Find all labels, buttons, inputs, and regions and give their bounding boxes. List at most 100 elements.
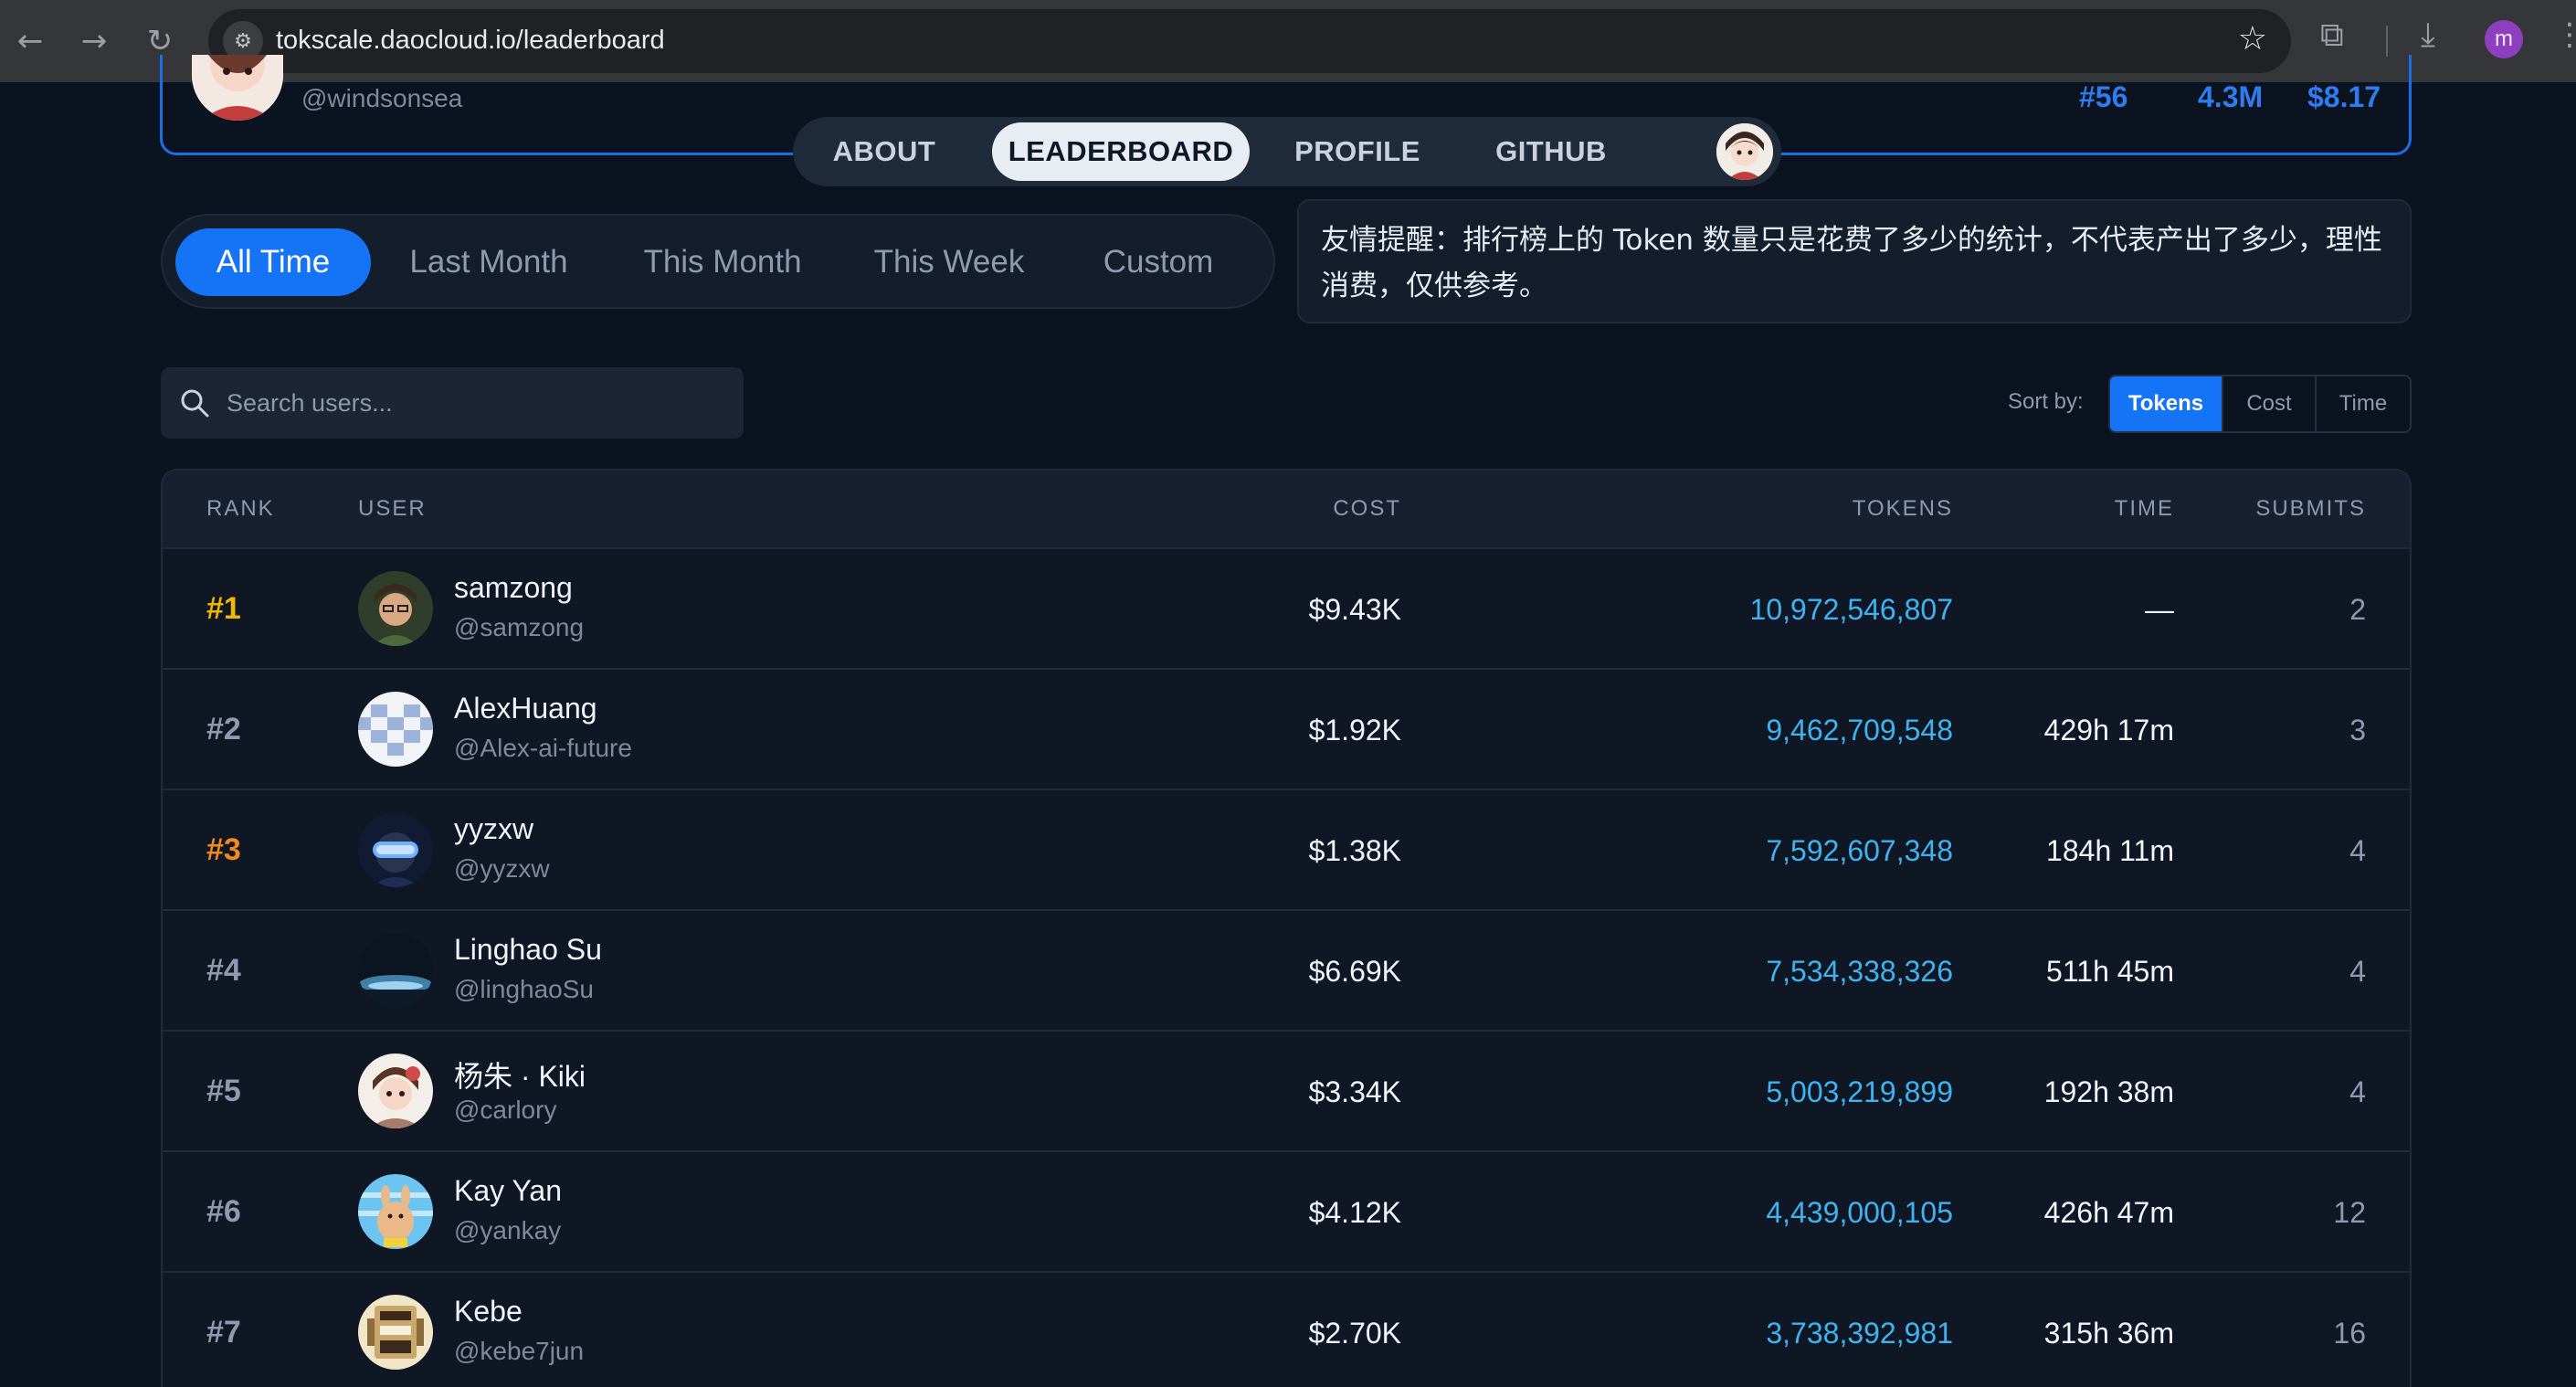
- column-rank[interactable]: RANK: [206, 496, 275, 522]
- avatar: [358, 692, 433, 767]
- sort-cost-button[interactable]: Cost: [2223, 376, 2317, 431]
- tokens-value: 7,534,338,326: [1766, 955, 1953, 988]
- period-filter: All Time Last Month This Month This Week…: [161, 214, 1275, 309]
- submits-value: 4: [2349, 1075, 2366, 1108]
- rank-label: #4: [206, 953, 241, 988]
- search-box[interactable]: [161, 367, 744, 439]
- period-last-month[interactable]: Last Month: [385, 228, 592, 296]
- time-value: 429h 17m: [2043, 714, 2174, 746]
- table-row[interactable]: #4 Linghao Su @linghaoSu $6.69K 7,534,33…: [163, 911, 2410, 1032]
- tokens-value: 7,592,607,348: [1766, 834, 1953, 867]
- tokens-value: 10,972,546,807: [1749, 593, 1953, 626]
- time-value: —: [2145, 593, 2174, 626]
- tokens-value: 4,439,000,105: [1766, 1196, 1953, 1229]
- extensions-icon[interactable]: ⧉: [2320, 16, 2344, 55]
- submits-value: 2: [2349, 593, 2366, 626]
- tokens-value: 5,003,219,899: [1766, 1075, 1953, 1108]
- user-name[interactable]: Kebe: [454, 1295, 523, 1329]
- cost-value: $4.12K: [1308, 1196, 1401, 1229]
- period-this-week[interactable]: This Week: [853, 228, 1045, 296]
- sort-toggle: Tokens Cost Time: [2108, 375, 2412, 433]
- rank-label: #1: [206, 591, 241, 626]
- column-submits[interactable]: SUBMITS: [2255, 496, 2366, 522]
- user-handle[interactable]: @samzong: [454, 613, 584, 642]
- leaderboard-table: RANK USER COST TOKENS TIME SUBMITS #1 sa…: [161, 469, 2412, 1387]
- bookmark-star-icon[interactable]: ☆: [2238, 20, 2267, 58]
- sort-label: Sort by:: [2008, 389, 2084, 414]
- period-custom[interactable]: Custom: [1067, 228, 1250, 296]
- sort-time-button[interactable]: Time: [2317, 376, 2410, 431]
- tokens-value: 9,462,709,548: [1766, 714, 1953, 746]
- period-this-month[interactable]: This Month: [619, 228, 826, 296]
- column-user[interactable]: USER: [358, 496, 427, 522]
- cost-value: $2.70K: [1308, 1317, 1401, 1350]
- user-handle[interactable]: @Alex-ai-future: [454, 734, 632, 763]
- user-name[interactable]: samzong: [454, 571, 573, 605]
- download-icon[interactable]: ⤓: [2421, 16, 2435, 55]
- user-avatar-button[interactable]: [1714, 121, 1776, 183]
- time-value: 315h 36m: [2043, 1317, 2174, 1350]
- user-name[interactable]: 杨朱 · Kiki: [454, 1053, 586, 1096]
- avatar: [358, 812, 433, 887]
- user-handle[interactable]: @yyzxw: [454, 854, 550, 884]
- submits-value: 4: [2349, 955, 2366, 988]
- table-row[interactable]: #7 Kebe @kebe7jun $2.70K 3,738,392,981 3…: [163, 1273, 2410, 1387]
- column-cost[interactable]: COST: [1333, 496, 1401, 522]
- user-handle[interactable]: @kebe7jun: [454, 1337, 584, 1366]
- time-value: 184h 11m: [2046, 834, 2174, 867]
- avatar: [358, 1295, 433, 1370]
- current-user-cost: $8.17: [2307, 80, 2381, 113]
- time-value: 426h 47m: [2043, 1196, 2174, 1229]
- table-header: RANK USER COST TOKENS TIME SUBMITS: [163, 471, 2410, 549]
- menu-icon[interactable]: ⋮: [2554, 16, 2576, 53]
- current-user-handle: @windsonsea: [301, 84, 463, 112]
- table-row[interactable]: #6 Kay Yan @yankay $4.12K 4,439,000,105 …: [163, 1152, 2410, 1273]
- notice-banner: 友情提醒：排行榜上的 Token 数量只是花费了多少的统计，不代表产出了多少，理…: [1297, 199, 2412, 323]
- forward-icon[interactable]: →: [68, 15, 121, 68]
- table-row[interactable]: #3 yyzxw @yyzxw $1.38K 7,592,607,348 184…: [163, 790, 2410, 911]
- tab-leaderboard[interactable]: LEADERBOARD: [992, 122, 1250, 181]
- url-text[interactable]: tokscale.daocloud.io/leaderboard: [276, 26, 665, 56]
- sort-tokens-button[interactable]: Tokens: [2110, 376, 2223, 431]
- tokens-value: 3,738,392,981: [1766, 1317, 1953, 1350]
- rank-label: #6: [206, 1194, 241, 1229]
- user-name[interactable]: Linghao Su: [454, 933, 602, 967]
- rank-label: #2: [206, 712, 241, 746]
- current-user-rank: #56: [2079, 80, 2128, 113]
- time-value: 192h 38m: [2043, 1075, 2174, 1108]
- submits-value: 4: [2349, 834, 2366, 867]
- avatar: [358, 1053, 433, 1128]
- column-time[interactable]: TIME: [2115, 496, 2174, 522]
- submits-value: 16: [2333, 1317, 2366, 1350]
- search-icon: [181, 389, 209, 418]
- user-handle[interactable]: @yankay: [454, 1216, 561, 1245]
- cost-value: $9.43K: [1308, 593, 1401, 626]
- rank-label: #5: [206, 1074, 241, 1108]
- rank-label: #3: [206, 832, 241, 867]
- avatar: [358, 571, 433, 646]
- cost-value: $6.69K: [1308, 955, 1401, 988]
- submits-value: 12: [2333, 1196, 2366, 1229]
- user-name[interactable]: Kay Yan: [454, 1174, 562, 1208]
- period-all-time[interactable]: All Time: [175, 228, 371, 296]
- avatar: [358, 1174, 433, 1249]
- tab-profile[interactable]: PROFILE: [1275, 122, 1440, 181]
- browser-profile-avatar[interactable]: m: [2485, 20, 2523, 58]
- table-row[interactable]: #5 杨朱 · Kiki @carlory $3.34K 5,003,219,8…: [163, 1032, 2410, 1152]
- table-row[interactable]: #2 AlexHuang @Alex-ai-future $1.92K 9,46…: [163, 670, 2410, 790]
- back-icon[interactable]: ←: [4, 15, 57, 68]
- main-nav: ABOUT LEADERBOARD PROFILE GITHUB: [793, 117, 1781, 186]
- search-input[interactable]: [227, 382, 720, 424]
- tab-about[interactable]: ABOUT: [817, 122, 952, 181]
- current-user-tokens: 4.3M: [2198, 80, 2264, 113]
- table-row[interactable]: #1 samzong @samzong $9.43K 10,972,546,80…: [163, 549, 2410, 670]
- user-name[interactable]: AlexHuang: [454, 692, 597, 725]
- tab-github[interactable]: GITHUB: [1473, 122, 1630, 181]
- user-handle[interactable]: @linghaoSu: [454, 975, 594, 1004]
- avatar: [358, 933, 433, 1008]
- time-value: 511h 45m: [2046, 955, 2174, 988]
- user-handle[interactable]: @carlory: [454, 1096, 556, 1125]
- cost-value: $1.92K: [1308, 714, 1401, 746]
- column-tokens[interactable]: TOKENS: [1853, 496, 1953, 522]
- user-name[interactable]: yyzxw: [454, 812, 533, 846]
